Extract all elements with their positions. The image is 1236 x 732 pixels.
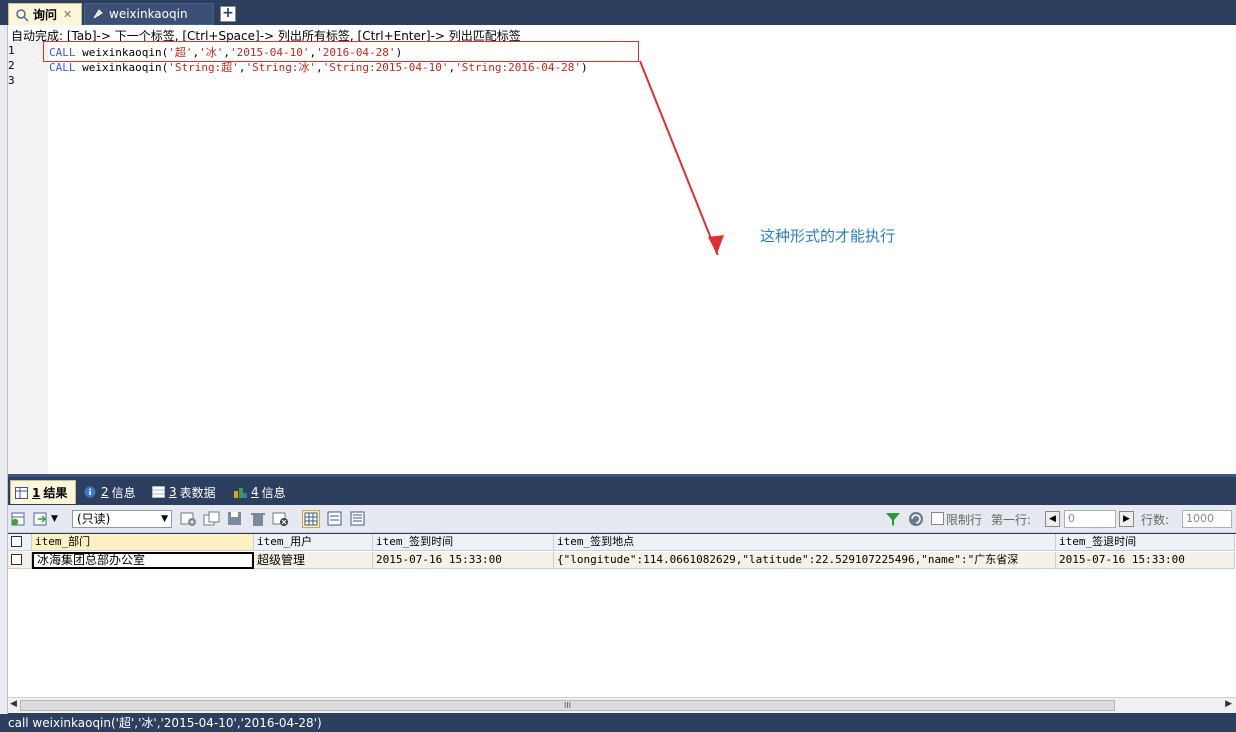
line-number: 3: [8, 74, 15, 87]
highlight-box: [43, 41, 639, 62]
chevron-left-icon[interactable]: ◀: [1045, 511, 1060, 527]
grid-cell[interactable]: 冰海集团总部办公室: [32, 552, 254, 569]
result-tab-bar: 1 结果 2 信息 3 表数据 4 信息: [8, 474, 1236, 504]
grid-cell[interactable]: {"longitude":114.0661082629,"latitude":2…: [554, 552, 1056, 569]
rows-input[interactable]: 1000: [1182, 510, 1232, 528]
insert-row-icon[interactable]: [10, 510, 28, 528]
column-header[interactable]: item_部门: [32, 534, 254, 551]
result-grid-icon: [15, 486, 28, 499]
query-editor[interactable]: 自动完成: [Tab]-> 下一个标签, [Ctrl+Space]-> 列出所有…: [8, 25, 1236, 474]
tab-message[interactable]: 2 信息: [80, 480, 140, 504]
column-header[interactable]: item_签到地点: [554, 534, 1056, 551]
horizontal-scrollbar[interactable]: ◀ III ▶: [8, 697, 1236, 713]
column-header[interactable]: item_签到时间: [373, 534, 554, 551]
tab-number: 3: [169, 485, 177, 499]
column-header[interactable]: item_签退时间: [1056, 534, 1235, 551]
column-header[interactable]: item_用户: [254, 534, 373, 551]
tab-label: 信息: [261, 485, 286, 500]
sql-arg: 'String:超': [168, 61, 239, 74]
line-number: 2: [8, 59, 15, 72]
table-row[interactable]: 冰海集团总部办公室 超级管理 2015-07-16 15:33:00 {"lon…: [8, 552, 1235, 569]
delete-icon[interactable]: [249, 510, 267, 528]
readonly-select-value: (只读): [77, 512, 111, 526]
save-icon[interactable]: [226, 510, 244, 528]
sql-arg: 'String:2016-04-28': [455, 61, 581, 74]
text-view-icon[interactable]: [349, 510, 367, 528]
tab-info[interactable]: 4 信息: [230, 480, 290, 504]
grid-cell[interactable]: 超级管理: [254, 552, 373, 569]
tab-query-label: 询问: [33, 8, 58, 22]
annotation-text: 这种形式的才能执行: [760, 227, 896, 245]
sql-arg: 'String:2015-04-10': [322, 61, 449, 74]
limit-rows-label: 限制行: [946, 513, 983, 527]
grid-cell[interactable]: 2015-07-16 15:33:00: [1056, 552, 1235, 569]
scroll-left-icon[interactable]: ◀: [10, 699, 17, 709]
result-toolbar: ▼ (只读) ▼ 限制行 第一行: ◀ 0 ▶ 行数: 1000: [8, 505, 1236, 533]
scroll-right-icon[interactable]: ▶: [1225, 699, 1232, 709]
routine-icon: [91, 7, 105, 21]
line-number-gutter: 1 2 3: [8, 42, 48, 474]
tab-label: 结果: [43, 486, 68, 500]
chevron-right-icon[interactable]: ▶: [1119, 511, 1134, 527]
grid-cell[interactable]: 2015-07-16 15:33:00: [373, 552, 554, 569]
result-grid: item_部门 item_用户 item_签到时间 item_签到地点 item…: [8, 534, 1236, 697]
tab-weixinkaoqin[interactable]: weixinkaoqin: [84, 3, 214, 25]
first-row-input[interactable]: 0: [1064, 510, 1116, 528]
grid-header-row: item_部门 item_用户 item_签到时间 item_签到地点 item…: [8, 534, 1235, 551]
sql-arg: 'String:冰': [245, 61, 317, 74]
first-row-label: 第一行:: [991, 513, 1032, 527]
limit-rows-checkbox[interactable]: [931, 512, 944, 525]
sql-keyword: CALL: [49, 61, 76, 74]
readonly-select[interactable]: (只读) ▼: [72, 510, 172, 528]
info-chart-icon: [234, 486, 247, 498]
line-number: 1: [8, 44, 15, 57]
tab-weixinkaoqin-label: weixinkaoqin: [109, 7, 188, 21]
info-icon: [84, 486, 97, 498]
table-icon: [152, 486, 165, 498]
tab-table-data[interactable]: 3 表数据: [148, 480, 220, 504]
tab-number: 2: [101, 485, 109, 499]
tab-number: 1: [32, 485, 41, 500]
select-all-checkbox[interactable]: [11, 536, 22, 547]
duplicate-row-icon[interactable]: [203, 510, 221, 528]
select-all-cell[interactable]: [8, 534, 32, 551]
tab-label: 表数据: [179, 485, 216, 500]
row-checkbox[interactable]: [11, 554, 22, 565]
chevron-down-icon[interactable]: ▼: [51, 510, 61, 528]
query-tab-bar: 询问 ✕ weixinkaoqin +: [0, 0, 1236, 25]
left-edge-strip: [0, 25, 8, 732]
scrollbar-thumb[interactable]: III: [20, 700, 1115, 711]
tab-number: 4: [251, 485, 259, 499]
refresh-icon[interactable]: [907, 510, 925, 528]
add-row-icon[interactable]: [180, 510, 198, 528]
procedure-name: weixinkaoqin(: [75, 61, 169, 74]
rows-label: 行数:: [1141, 513, 1170, 527]
query-icon: [15, 8, 29, 22]
sql-paren: ): [581, 61, 588, 74]
grid-view-icon[interactable]: [302, 510, 320, 528]
tab-query[interactable]: 询问 ✕: [8, 3, 82, 25]
filter-icon[interactable]: [884, 510, 902, 528]
export-icon[interactable]: [32, 510, 50, 528]
row-select-cell[interactable]: [8, 552, 32, 569]
tab-label: 信息: [111, 485, 136, 500]
tab-result[interactable]: 1 结果: [10, 480, 76, 504]
form-view-icon[interactable]: [326, 510, 344, 528]
status-bar: call weixinkaoqin('超','冰','2015-04-10','…: [0, 714, 1236, 732]
close-icon[interactable]: ✕: [63, 8, 72, 21]
add-tab-button[interactable]: +: [220, 6, 236, 22]
annotation-arrow: [639, 60, 724, 255]
cancel-icon[interactable]: [272, 510, 290, 528]
chevron-down-icon: ▼: [161, 514, 168, 524]
